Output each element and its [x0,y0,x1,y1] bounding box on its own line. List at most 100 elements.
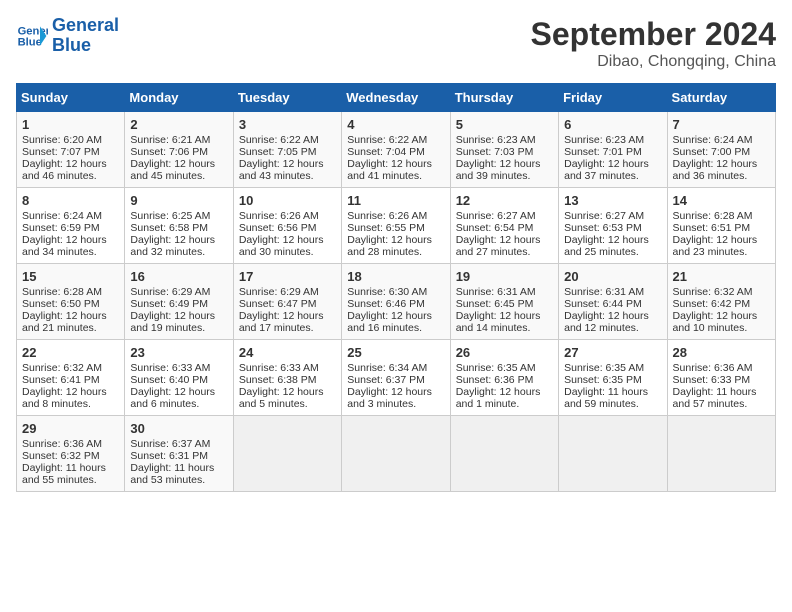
day-number: 12 [456,193,553,208]
table-row: 6Sunrise: 6:23 AMSunset: 7:01 PMDaylight… [559,112,667,188]
day-info: Sunset: 6:47 PM [239,298,336,310]
page-header: General Blue GeneralBlue September 2024 … [16,16,776,71]
day-info: Sunset: 6:50 PM [22,298,119,310]
day-info: Sunrise: 6:28 AM [22,286,119,298]
day-number: 20 [564,269,661,284]
day-info: and 12 minutes. [564,322,661,334]
day-info: Daylight: 12 hours [456,386,553,398]
day-info: Daylight: 12 hours [347,158,444,170]
day-info: and 59 minutes. [564,398,661,410]
table-row: 20Sunrise: 6:31 AMSunset: 6:44 PMDayligh… [559,264,667,340]
day-info: Sunrise: 6:37 AM [130,438,227,450]
day-number: 5 [456,117,553,132]
day-info: Sunrise: 6:34 AM [347,362,444,374]
table-row: 2Sunrise: 6:21 AMSunset: 7:06 PMDaylight… [125,112,233,188]
header-wednesday: Wednesday [342,84,450,112]
day-info: and 5 minutes. [239,398,336,410]
day-info: Sunrise: 6:36 AM [22,438,119,450]
day-info: and 16 minutes. [347,322,444,334]
table-row: 30Sunrise: 6:37 AMSunset: 6:31 PMDayligh… [125,416,233,492]
day-info: Sunset: 6:46 PM [347,298,444,310]
day-info: and 25 minutes. [564,246,661,258]
day-info: Daylight: 12 hours [130,310,227,322]
day-info: Sunset: 6:44 PM [564,298,661,310]
day-info: Daylight: 12 hours [130,158,227,170]
table-row: 5Sunrise: 6:23 AMSunset: 7:03 PMDaylight… [450,112,558,188]
day-info: Sunset: 7:04 PM [347,146,444,158]
table-row: 10Sunrise: 6:26 AMSunset: 6:56 PMDayligh… [233,188,341,264]
day-info: and 46 minutes. [22,170,119,182]
table-row: 4Sunrise: 6:22 AMSunset: 7:04 PMDaylight… [342,112,450,188]
day-info: Sunrise: 6:35 AM [456,362,553,374]
day-info: Sunrise: 6:23 AM [456,134,553,146]
day-info: and 39 minutes. [456,170,553,182]
table-row: 14Sunrise: 6:28 AMSunset: 6:51 PMDayligh… [667,188,775,264]
day-info: Sunrise: 6:36 AM [673,362,770,374]
day-info: Daylight: 12 hours [456,158,553,170]
day-info: and 55 minutes. [22,474,119,486]
day-info: Sunrise: 6:32 AM [673,286,770,298]
table-row: 21Sunrise: 6:32 AMSunset: 6:42 PMDayligh… [667,264,775,340]
day-info: Daylight: 12 hours [456,310,553,322]
day-info: Sunset: 6:37 PM [347,374,444,386]
day-number: 9 [130,193,227,208]
day-info: Daylight: 12 hours [347,386,444,398]
day-number: 1 [22,117,119,132]
day-info: Daylight: 12 hours [22,234,119,246]
calendar-row: 1Sunrise: 6:20 AMSunset: 7:07 PMDaylight… [17,112,776,188]
day-info: Sunrise: 6:33 AM [130,362,227,374]
svg-text:Blue: Blue [18,36,42,48]
day-number: 6 [564,117,661,132]
title-block: September 2024 Dibao, Chongqing, China [531,16,776,71]
header-friday: Friday [559,84,667,112]
day-info: Daylight: 12 hours [564,158,661,170]
day-info: Sunset: 6:31 PM [130,450,227,462]
day-number: 10 [239,193,336,208]
table-row: 3Sunrise: 6:22 AMSunset: 7:05 PMDaylight… [233,112,341,188]
day-number: 18 [347,269,444,284]
day-info: and 53 minutes. [130,474,227,486]
day-info: Daylight: 12 hours [239,158,336,170]
table-row [342,416,450,492]
day-info: Sunrise: 6:26 AM [347,210,444,222]
day-info: Sunset: 7:05 PM [239,146,336,158]
day-info: Sunset: 7:01 PM [564,146,661,158]
day-info: and 17 minutes. [239,322,336,334]
table-row [559,416,667,492]
day-info: Daylight: 12 hours [673,234,770,246]
table-row: 27Sunrise: 6:35 AMSunset: 6:35 PMDayligh… [559,340,667,416]
day-info: and 28 minutes. [347,246,444,258]
day-info: Sunrise: 6:27 AM [456,210,553,222]
day-info: Sunset: 6:53 PM [564,222,661,234]
table-row: 22Sunrise: 6:32 AMSunset: 6:41 PMDayligh… [17,340,125,416]
table-row [667,416,775,492]
day-info: Daylight: 12 hours [22,386,119,398]
table-row: 26Sunrise: 6:35 AMSunset: 6:36 PMDayligh… [450,340,558,416]
day-number: 13 [564,193,661,208]
header-thursday: Thursday [450,84,558,112]
day-info: Sunrise: 6:29 AM [239,286,336,298]
day-info: Daylight: 12 hours [239,234,336,246]
day-info: and 14 minutes. [456,322,553,334]
day-info: Daylight: 11 hours [673,386,770,398]
day-info: Daylight: 12 hours [130,386,227,398]
day-info: Sunrise: 6:31 AM [456,286,553,298]
day-info: Daylight: 12 hours [130,234,227,246]
logo: General Blue GeneralBlue [16,16,119,56]
day-info: Sunset: 6:40 PM [130,374,227,386]
day-info: Daylight: 12 hours [564,310,661,322]
day-info: Daylight: 12 hours [22,310,119,322]
day-info: Sunrise: 6:26 AM [239,210,336,222]
day-info: Sunset: 6:38 PM [239,374,336,386]
calendar-row: 22Sunrise: 6:32 AMSunset: 6:41 PMDayligh… [17,340,776,416]
day-number: 30 [130,421,227,436]
day-info: and 36 minutes. [673,170,770,182]
calendar-header-row: Sunday Monday Tuesday Wednesday Thursday… [17,84,776,112]
day-number: 25 [347,345,444,360]
day-info: Daylight: 11 hours [564,386,661,398]
calendar-table: Sunday Monday Tuesday Wednesday Thursday… [16,83,776,492]
day-info: and 32 minutes. [130,246,227,258]
day-info: and 8 minutes. [22,398,119,410]
day-info: and 23 minutes. [673,246,770,258]
day-info: Sunrise: 6:33 AM [239,362,336,374]
